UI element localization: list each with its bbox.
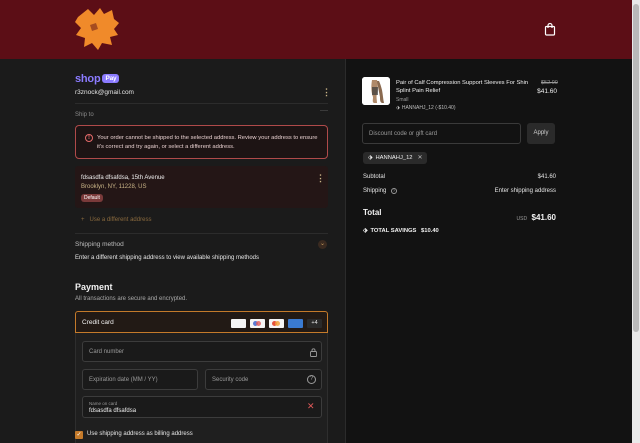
shop-pay-logo: shop Pay [75,73,120,85]
shopping-bag-icon[interactable] [544,22,556,36]
account-email: r3znock@gmail.com [75,89,134,96]
apply-button[interactable]: Apply [527,123,555,144]
divider [75,233,328,234]
product-original-price: $52.00 [541,80,558,86]
total-savings-label: TOTAL SAVINGS [370,228,417,234]
error-icon: ! [85,134,93,142]
chevron-down-icon[interactable]: ⌄ [318,240,327,249]
security-code-placeholder: Security code [212,377,249,383]
total-value: $41.60 [531,213,556,222]
amex-card-icon [288,319,303,328]
credit-card-option[interactable]: Credit card +4 [75,311,328,333]
help-icon[interactable]: ? [307,375,316,384]
site-header [0,0,632,59]
calf-sleeve-image [362,77,390,105]
tag-icon: ⬗ [368,155,373,161]
shipping-value: Enter shipping address [494,188,556,194]
error-x-icon: ✕ [307,401,315,411]
total-savings: ⬗ TOTAL SAVINGS $10.40 [363,228,439,234]
remove-code-icon[interactable]: ✕ [418,155,423,161]
card-number-field[interactable]: Card number [82,341,322,362]
shipping-label: Shipping [363,188,387,194]
product-variant: Small [396,97,409,103]
name-on-card-field[interactable]: Name on card fdsasdfa dfsafdsa ✕ [82,396,322,418]
discount-code-input[interactable]: Discount code or gift card [362,123,521,144]
shop-pay-brand: shop [75,73,101,85]
payment-subtitle: All transactions are secure and encrypte… [75,296,188,302]
saved-address-card[interactable]: fdsasdfa dfsafdsa, 15th Avenue Brooklyn,… [75,166,328,208]
ship-to-label: Ship to [75,112,94,118]
tag-icon: ⬗ [363,228,368,234]
shop-pay-badge: Pay [102,74,120,83]
address-line2: Brooklyn, NY, 11228, US [81,184,147,190]
lion-head-logo[interactable] [74,7,120,51]
billing-address-checkbox[interactable]: ✓ Use shipping address as billing address [75,431,193,439]
use-different-address-label: Use a different address [89,217,152,223]
product-discount-text: HANNAHJ_12 (-$10.40) [401,105,456,111]
shipping-method-message: Enter a different shipping address to vi… [75,255,260,261]
address-line1: fdsasdfa dfsafdsa, 15th Avenue [81,175,165,181]
use-different-address-link[interactable]: + Use a different address [81,217,151,223]
expiration-date-placeholder: Expiration date (MM / YY) [89,377,158,383]
total-row-value: USD $41.60 [496,207,556,225]
shipping-row: Shipping ? [363,188,398,194]
billing-checkbox-label: Use shipping address as billing address [87,431,193,437]
name-on-card-label: Name on card [89,401,118,406]
card-number-placeholder: Card number [89,349,125,355]
total-savings-value: $10.40 [421,228,439,234]
mastercard-icon [269,319,284,328]
collapse-icon[interactable] [320,110,328,114]
account-menu-icon[interactable]: ⋮ [322,88,331,97]
shipping-error-message: Your order cannot be shipped to the sele… [97,135,318,150]
payment-title: Payment [75,282,113,292]
subtotal-value: $41.60 [537,174,556,180]
default-badge: Default [81,194,103,202]
checkbox-checked-icon[interactable]: ✓ [75,431,83,439]
total-label: Total [363,208,382,217]
product-name: Pair of Calf Compression Support Sleeves… [396,80,529,94]
lock-icon [310,348,317,357]
credit-card-form: Card number Expiration date (MM / YY) Se… [75,333,328,443]
divider [75,103,328,104]
product-price: $41.60 [537,88,557,95]
applied-discount-chip: ⬗ HANNAHJ_12 ✕ [363,152,428,164]
shipping-method-label: Shipping method [75,241,124,248]
plus-icon: + [81,217,85,223]
tag-icon: ⬗ [396,105,400,111]
shipping-error-banner: ! Your order cannot be shipped to the se… [75,125,328,159]
credit-card-label: Credit card [82,319,114,326]
address-menu-icon[interactable]: ⋮ [316,174,325,183]
more-cards-badge: +4 [307,319,322,328]
expiration-date-field[interactable]: Expiration date (MM / YY) [82,369,198,390]
currency-code: USD [516,216,528,222]
help-icon[interactable]: ? [391,188,398,194]
security-code-field[interactable]: Security code ? [205,369,322,390]
applied-code: HANNAHJ_12 [375,155,413,161]
mastercard-card-icon [250,319,265,328]
scrollbar-thumb[interactable] [633,4,639,332]
visa-card-icon [231,319,246,328]
product-image [362,77,390,105]
subtotal-label: Subtotal [363,174,386,180]
order-summary-panel: Pair of Calf Compression Support Sleeves… [345,59,632,443]
name-on-card-value: fdsasdfa dfsafdsa [89,408,137,414]
product-discount: ⬗ HANNAHJ_12 (-$10.40) [396,105,456,111]
discount-code-placeholder: Discount code or gift card [369,131,438,137]
